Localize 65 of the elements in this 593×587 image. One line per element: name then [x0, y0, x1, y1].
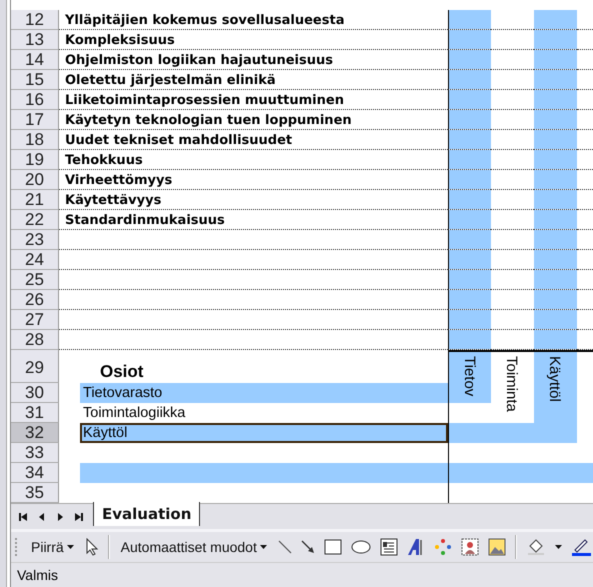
row-header[interactable]: 16	[11, 90, 59, 110]
criterion-label: Kompleksisuus	[65, 33, 175, 49]
previous-sheet-icon[interactable]	[37, 510, 47, 522]
criterion-label: Ylläpitäjien kokemus sovellusalueesta	[65, 13, 344, 29]
row-header[interactable]: 13	[11, 30, 59, 50]
cell-text: Tietovarasto	[82, 385, 162, 401]
row-header[interactable]: 25	[11, 270, 59, 290]
image-icon[interactable]	[488, 538, 506, 556]
row-header[interactable]: 17	[11, 110, 59, 130]
first-sheet-icon[interactable]	[17, 510, 29, 522]
arrow-icon[interactable]	[300, 540, 315, 554]
row-header[interactable]: 15	[11, 70, 59, 90]
row-header[interactable]: 35	[11, 483, 59, 503]
column-header: Toiminta	[502, 356, 521, 412]
caret-icon	[66, 545, 74, 549]
row-header[interactable]: 19	[11, 150, 59, 170]
row-header[interactable]: 18	[11, 130, 59, 150]
criterion-label: Standardinmukaisuus	[65, 213, 225, 229]
row-header[interactable]: 29	[11, 350, 59, 383]
criterion-label: Käytettävyys	[65, 193, 162, 209]
last-sheet-icon[interactable]	[73, 510, 85, 522]
criterion-label: Oletettu järjestelmän elinikä	[65, 73, 276, 89]
wordart-icon[interactable]	[406, 538, 425, 556]
criterion-label: Virheettömyys	[65, 173, 172, 189]
row-header[interactable]: 31	[11, 403, 59, 423]
row-header[interactable]: 30	[11, 383, 59, 403]
pen-icon[interactable]	[570, 538, 591, 556]
row-header[interactable]: 26	[11, 290, 59, 310]
paint-bucket-icon[interactable]	[526, 538, 546, 556]
text-box-icon[interactable]	[380, 538, 398, 556]
rectangle-icon[interactable]	[324, 539, 342, 555]
row-header[interactable]: 21	[11, 190, 59, 210]
autoshapes-menu[interactable]: Automaattiset muodot	[118, 537, 269, 557]
row-header[interactable]: 24	[11, 250, 59, 270]
clip-art-icon[interactable]	[460, 538, 479, 556]
criterion-label: Ohjelmiston logiikan hajautuneisuus	[65, 53, 333, 69]
row-header[interactable]: 32	[11, 423, 59, 443]
row-header[interactable]: 33	[11, 443, 59, 463]
caret-icon[interactable]	[554, 545, 562, 549]
row-header[interactable]: 20	[11, 170, 59, 190]
status-text: Valmis	[17, 567, 58, 583]
criterion-label: Tehokkuus	[65, 153, 143, 169]
row-header[interactable]: 23	[11, 230, 59, 250]
criterion-label: Käytetyn teknologian tuen loppuminen	[65, 113, 352, 129]
pointer-icon[interactable]	[84, 538, 99, 556]
draw-menu[interactable]: Piirrä	[29, 537, 76, 557]
row-header[interactable]: 14	[11, 50, 59, 70]
criterion-label: Uudet tekniset mahdollisuudet	[65, 133, 292, 149]
diagram-icon[interactable]	[434, 538, 452, 556]
sheet-tab[interactable]: Evaluation	[93, 502, 200, 526]
next-sheet-icon[interactable]	[55, 510, 65, 522]
column-header: Tietov	[460, 356, 479, 396]
row-header[interactable]: 27	[11, 310, 59, 330]
cell-text: Toimintalogiikka	[82, 405, 186, 421]
oval-icon[interactable]	[350, 540, 371, 554]
row-header[interactable]: 34	[11, 463, 59, 483]
row-header[interactable]: 12	[11, 10, 59, 30]
row-header[interactable]: 22	[11, 210, 59, 230]
criterion-label: Liiketoimintaprosessien muuttuminen	[65, 93, 344, 109]
line-icon[interactable]	[278, 540, 292, 554]
column-header: Käyttöl	[545, 356, 564, 402]
section-heading: Osiot	[100, 361, 144, 383]
caret-icon	[260, 545, 267, 549]
row-header[interactable]: 28	[11, 330, 59, 350]
selected-cell[interactable]: Käyttöl	[80, 423, 448, 443]
